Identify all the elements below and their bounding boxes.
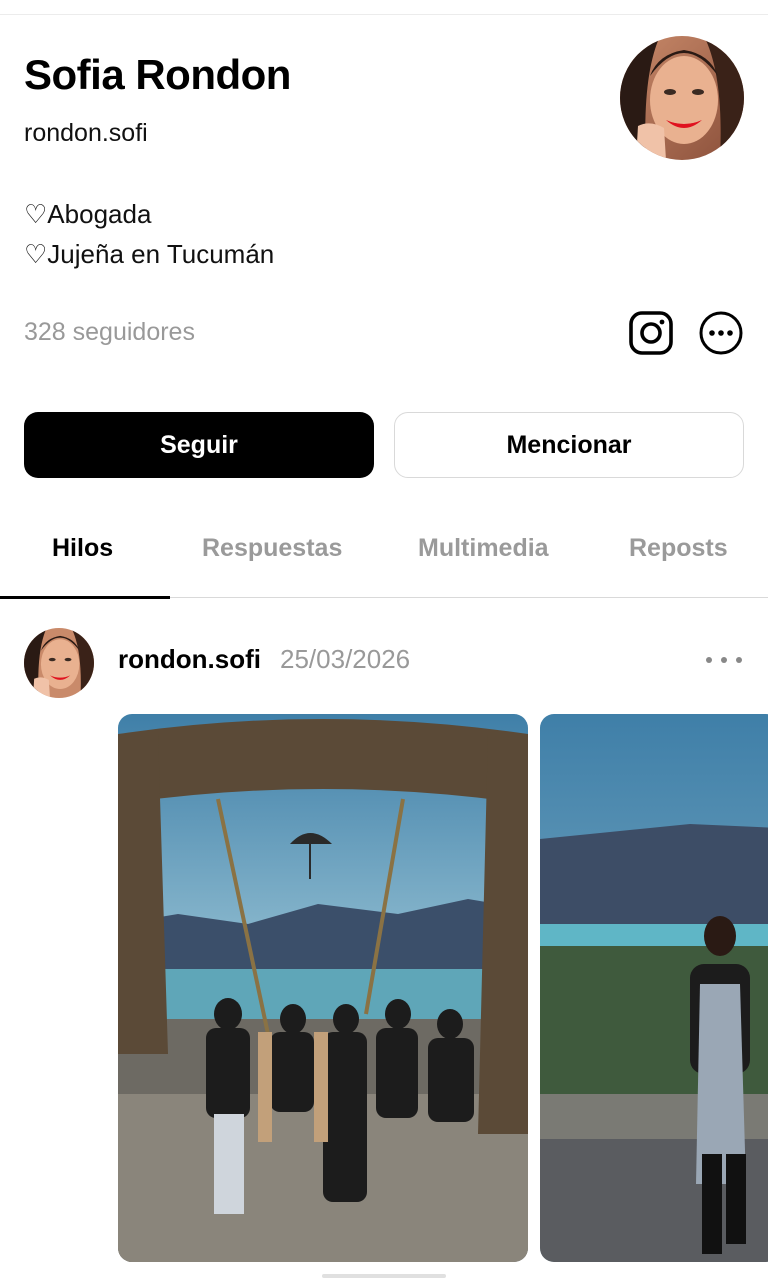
profile-tabs: Hilos Respuestas Multimedia Reposts	[0, 520, 768, 599]
bio-line-1: ♡Abogada	[24, 199, 152, 229]
tab-multimedia[interactable]: Multimedia	[418, 530, 549, 566]
more-options-icon[interactable]	[698, 310, 744, 356]
ellipsis-icon[interactable]	[704, 645, 744, 675]
profile-avatar[interactable]	[620, 36, 744, 160]
bio-line-2: ♡Jujeña en Tucumán	[24, 239, 275, 269]
tab-respuestas[interactable]: Respuestas	[202, 530, 342, 566]
post-photo-2[interactable]	[540, 714, 768, 1262]
profile-name: Sofia Rondon	[24, 51, 291, 98]
post-username[interactable]: rondon.sofi	[118, 643, 261, 675]
mention-button[interactable]: Mencionar	[394, 412, 744, 478]
profile-bio: ♡Abogada ♡Jujeña en Tucumán	[24, 194, 274, 274]
follow-button[interactable]: Seguir	[24, 412, 374, 478]
top-divider	[0, 14, 768, 15]
post-date: 25/03/2026	[280, 644, 411, 674]
instagram-icon[interactable]	[628, 310, 674, 356]
tab-reposts[interactable]: Reposts	[629, 530, 728, 566]
followers-count[interactable]: 328 seguidores	[24, 316, 195, 348]
home-indicator	[322, 1274, 446, 1278]
profile-handle: rondon.sofi	[24, 119, 148, 147]
active-tab-indicator	[0, 596, 170, 599]
tab-hilos[interactable]: Hilos	[52, 530, 113, 566]
post-avatar[interactable]	[24, 628, 94, 698]
post-photo-1[interactable]	[118, 714, 528, 1262]
